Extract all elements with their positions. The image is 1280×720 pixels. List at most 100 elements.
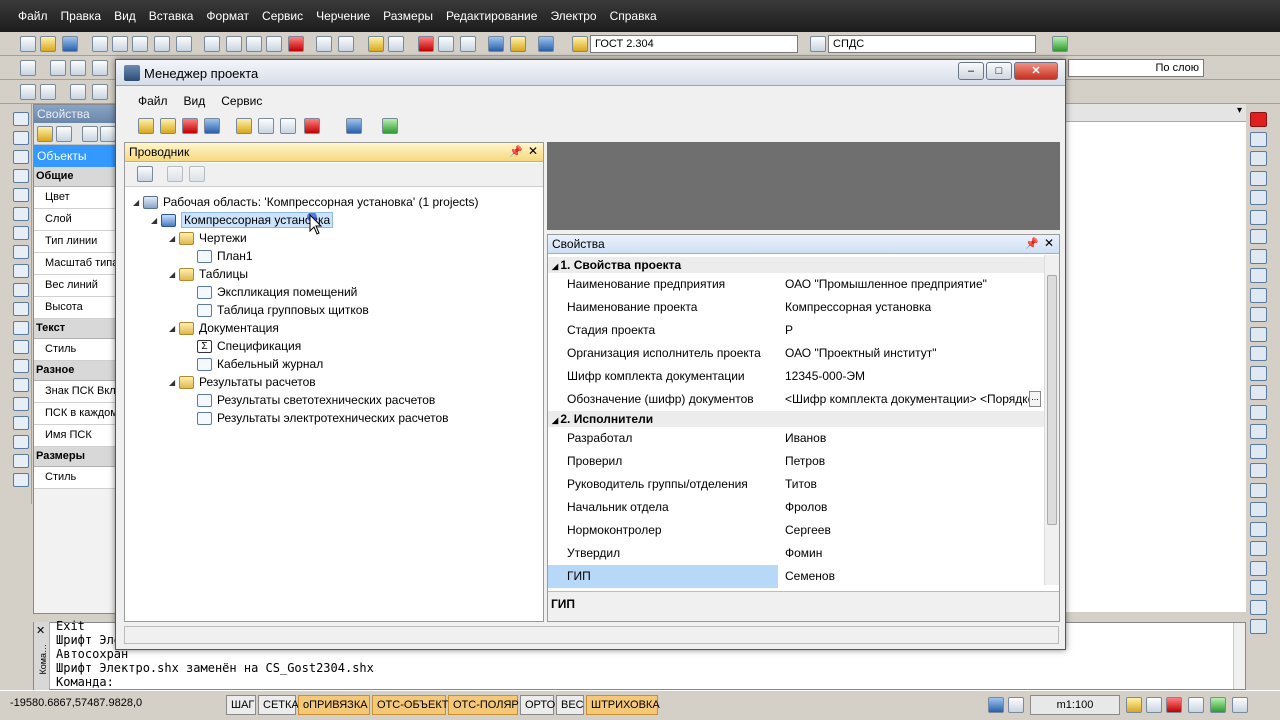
modify-tool-icon[interactable]: [1250, 541, 1267, 556]
draw-tool-icon[interactable]: [13, 378, 29, 392]
modify-tool-icon[interactable]: [1250, 443, 1267, 459]
modify-tool-icon[interactable]: [1250, 385, 1267, 400]
modify-tool-icon[interactable]: [1250, 268, 1267, 283]
draw-tool-icon[interactable]: [13, 226, 29, 240]
filter-icon[interactable]: [100, 126, 116, 142]
palette-property[interactable]: Вес линий: [34, 275, 116, 297]
menu-item-10[interactable]: Справка: [610, 9, 657, 23]
delete-icon[interactable]: [288, 36, 304, 52]
menu-item-5[interactable]: Сервис: [262, 9, 303, 23]
tree-node[interactable]: План1: [187, 247, 253, 265]
palette-property[interactable]: Высота: [34, 297, 116, 319]
tree-node[interactable]: ◢ Таблицы: [169, 265, 248, 283]
workspace-icon[interactable]: [1210, 697, 1226, 713]
menu-item-1[interactable]: Правка: [61, 9, 102, 23]
text-style-icon[interactable]: [572, 36, 588, 52]
property-row[interactable]: ГИП Семенов: [548, 565, 1044, 588]
property-value[interactable]: 12345-000-ЭМ: [785, 369, 1029, 383]
plot-icon[interactable]: [154, 36, 170, 52]
property-row[interactable]: Нормоконтролер Сергеев: [548, 519, 1044, 542]
palette-property[interactable]: Тип линии: [34, 231, 116, 253]
zoom-extents-icon[interactable]: [460, 36, 476, 52]
modify-tool-icon[interactable]: [1250, 404, 1267, 420]
modify-tool-icon[interactable]: [1250, 248, 1267, 264]
palette-property[interactable]: ПСК в каждом: [34, 403, 116, 425]
command-prompt[interactable]: Команда:: [56, 675, 114, 689]
tree-node[interactable]: ◢ Компрессорная установка: [151, 211, 334, 229]
property-row[interactable]: Начальник отдела Фролов: [548, 496, 1044, 519]
property-value[interactable]: Семенов: [785, 569, 1029, 583]
pickadd-icon[interactable]: [56, 126, 72, 142]
modify-tool-icon[interactable]: [1250, 229, 1267, 244]
modify-tool-icon[interactable]: [1250, 482, 1267, 498]
menu-item-9[interactable]: Электро: [550, 9, 596, 23]
palette-property[interactable]: Знак ПСК Вкл: [34, 381, 116, 403]
status-toggle[interactable]: СЕТКА: [258, 695, 299, 715]
layers-icon[interactable]: [20, 60, 36, 76]
palette-property[interactable]: Масштаб типа: [34, 253, 116, 275]
palette-section[interactable]: Разное: [34, 361, 116, 381]
status-zoom-icon[interactable]: [1146, 697, 1162, 713]
status-zoom-window-icon[interactable]: [1166, 697, 1182, 713]
tree-node[interactable]: Результаты светотехнических расчетов: [187, 391, 435, 409]
modify-tool-icon[interactable]: [1250, 326, 1267, 342]
modify-tool-icon[interactable]: [1250, 560, 1267, 576]
pin-icon[interactable]: 📌: [509, 145, 523, 158]
help-icon[interactable]: [538, 36, 554, 52]
block-icon[interactable]: [92, 60, 108, 76]
undo-icon[interactable]: [316, 36, 332, 52]
palette-section[interactable]: Размеры: [34, 447, 116, 467]
property-row[interactable]: Руководитель группы/отделения Титов: [548, 473, 1044, 496]
modify-tool-icon[interactable]: [1250, 502, 1267, 517]
status-toggle[interactable]: ОТС-ОБЪЕКТ: [372, 695, 448, 715]
property-row[interactable]: Шифр комплекта документации 12345-000-ЭМ: [548, 365, 1044, 388]
dim-style-icon[interactable]: [810, 36, 826, 52]
palette-property[interactable]: Слой: [34, 209, 116, 231]
modify-tool-icon[interactable]: [1250, 424, 1267, 439]
palette-property[interactable]: Стиль: [34, 339, 116, 361]
status-toggle[interactable]: ОРТО: [520, 695, 555, 715]
dim-style-combo[interactable]: СПДС: [828, 35, 1036, 53]
draw-tool-icon[interactable]: [13, 245, 29, 259]
sync-icon[interactable]: [346, 118, 362, 134]
drawing-canvas[interactable]: [1060, 104, 1246, 612]
menu-item-7[interactable]: Размеры: [383, 9, 433, 23]
menu-item-0[interactable]: Файл: [18, 9, 48, 23]
model-icon[interactable]: [988, 697, 1004, 713]
command-close-icon[interactable]: ✕: [36, 624, 45, 637]
dialog-titlebar[interactable]: Менеджер проекта – □ ✕: [116, 60, 1065, 86]
annotation-scale[interactable]: m1:100: [1030, 695, 1120, 715]
add-item-icon[interactable]: [382, 118, 398, 134]
property-section[interactable]: ◢ 2. Исполнители: [548, 411, 1044, 427]
modify-tool-icon[interactable]: [1250, 209, 1267, 225]
add-folder-icon[interactable]: [236, 118, 252, 134]
expand-toggle-icon[interactable]: ◢: [151, 216, 161, 225]
expand-toggle-icon[interactable]: ◢: [169, 324, 179, 333]
status-toggle[interactable]: ШТРИХОВКА: [586, 695, 660, 715]
properties-scrollbar[interactable]: [1044, 255, 1059, 585]
clean-screen-icon[interactable]: [1232, 697, 1248, 713]
publish-icon[interactable]: [132, 36, 148, 52]
move-up-icon[interactable]: [167, 166, 183, 182]
palette-section[interactable]: Общие: [34, 167, 116, 187]
tree-node[interactable]: ◢ Рабочая область: 'Компрессорная установ…: [133, 193, 479, 211]
tree-node[interactable]: Кабельный журнал: [187, 355, 323, 373]
menu-item-2[interactable]: Вид: [114, 9, 136, 23]
new-file-icon[interactable]: [20, 36, 36, 52]
status-toggle[interactable]: ОТС-ПОЛЯР: [448, 695, 519, 715]
zoom-previous-icon[interactable]: [438, 36, 454, 52]
paste-icon[interactable]: [246, 36, 262, 52]
expand-toggle-icon[interactable]: ◢: [133, 198, 143, 207]
ellipsis-button[interactable]: ...: [1029, 391, 1041, 407]
add-document-icon[interactable]: [258, 118, 274, 134]
scrollbar-thumb[interactable]: [1047, 275, 1057, 525]
property-row[interactable]: Наименование проекта Компрессорная устано…: [548, 296, 1044, 319]
draw-tool-icon[interactable]: [13, 473, 29, 487]
expand-toggle-icon[interactable]: ◢: [169, 378, 179, 387]
draw-tool-icon[interactable]: [13, 264, 29, 278]
status-zoom-extents-icon[interactable]: [1188, 697, 1204, 713]
command-scrollbar[interactable]: [1233, 623, 1245, 689]
palette-section[interactable]: Текст: [34, 319, 116, 339]
modify-tool-icon[interactable]: [1250, 521, 1267, 537]
match-properties-icon[interactable]: [266, 36, 282, 52]
